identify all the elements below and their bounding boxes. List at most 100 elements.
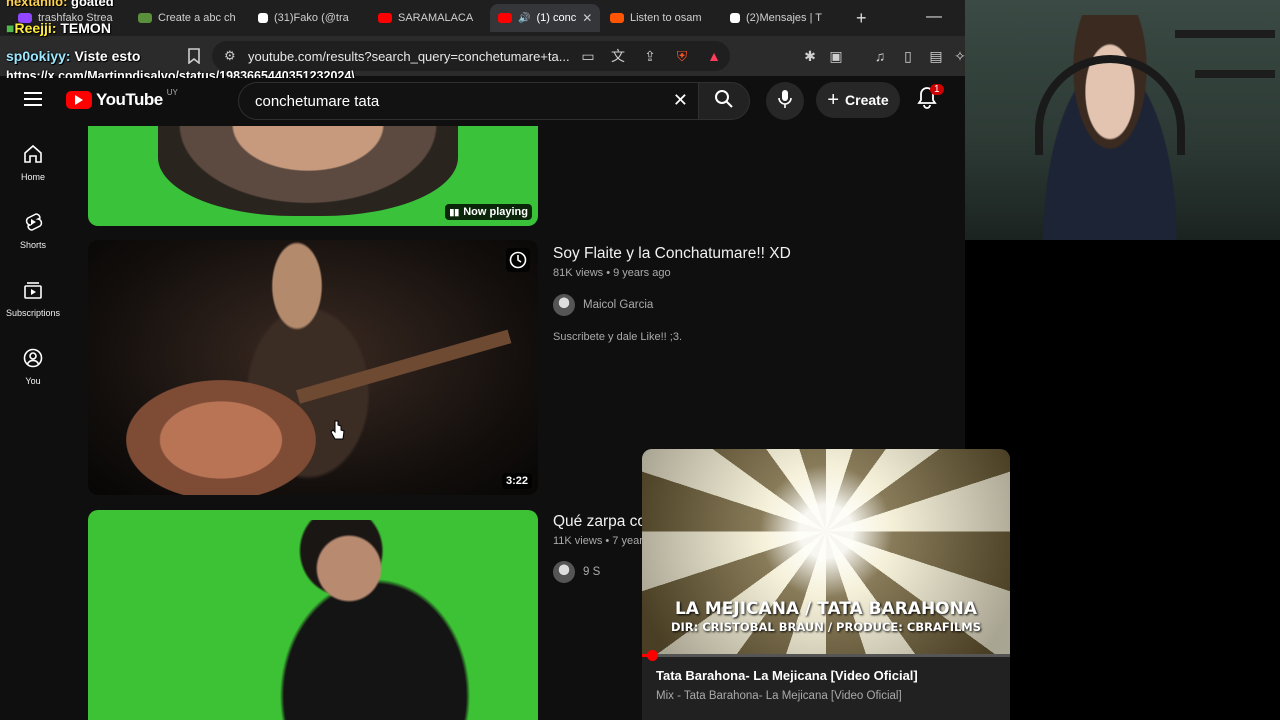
webcam-overlay <box>965 0 1280 240</box>
guitar-image <box>126 380 316 495</box>
chat-message: Viste esto <box>74 48 141 64</box>
nav-you[interactable]: You <box>0 330 66 398</box>
url-text: youtube.com/results?search_query=conchet… <box>248 48 570 64</box>
empty-pane <box>1010 240 1280 720</box>
tiktok-icon <box>730 13 740 23</box>
youtube-header: YouTube UY conchetumare tata ✕ + Create … <box>0 78 965 124</box>
search-query: conchetumare tata <box>255 92 380 110</box>
channel-link[interactable]: Maicol Garcia <box>553 294 653 316</box>
chat-user: sp0okiyy: <box>6 48 71 64</box>
tab-label: (1) conc <box>536 12 577 24</box>
create-label: Create <box>845 92 889 108</box>
screenshot-icon[interactable]: ▣ <box>828 48 844 64</box>
tab-active[interactable]: 🔊 (1) conc ✕ <box>490 4 600 32</box>
nav-label: Subscriptions <box>5 308 61 318</box>
bookmark-icon[interactable] <box>186 48 202 65</box>
mic-icon <box>778 89 792 114</box>
home-icon <box>23 144 43 166</box>
leo-icon[interactable]: ✧ <box>952 48 965 64</box>
video-title[interactable]: Qué zarpa co <box>553 513 646 531</box>
equalizer-icon: ▮▮ <box>449 206 460 217</box>
sidebar-icon[interactable]: ▯ <box>900 48 916 64</box>
brave-rewards-icon[interactable]: ▲ <box>706 48 722 64</box>
miniplayer-video[interactable]: LA MEJICANA / TATA BARAHONA DIR: CRISTOB… <box>642 449 1010 655</box>
new-tab-icon[interactable]: + <box>856 8 867 29</box>
close-tab-icon[interactable]: ✕ <box>582 11 592 25</box>
wallet-icon[interactable]: ▤ <box>928 48 944 64</box>
nav-subscriptions[interactable]: Subscriptions <box>0 262 66 330</box>
subscriptions-icon <box>23 280 43 302</box>
progress-bar[interactable] <box>642 650 1010 661</box>
mouse-cursor-icon <box>330 420 346 445</box>
thumbnail-image <box>158 126 458 216</box>
chat-user: Reejji: <box>14 20 57 36</box>
bell-icon <box>916 87 938 114</box>
youtube-favicon-icon <box>378 13 392 23</box>
video-thumbnail[interactable] <box>88 510 538 720</box>
channel-link[interactable]: 9 S <box>553 561 600 583</box>
miniplayer[interactable]: LA MEJICANA / TATA BARAHONA DIR: CRISTOB… <box>642 449 1010 720</box>
miniplayer-title[interactable]: Tata Barahona- La Mejicana [Video Oficia… <box>656 668 918 683</box>
nav-shorts[interactable]: Shorts <box>0 194 66 262</box>
nav-label: Home <box>20 172 45 182</box>
video-duration: 3:22 <box>501 473 532 489</box>
youtube-wordmark: YouTube <box>96 90 163 109</box>
chat-message: goated <box>71 0 114 9</box>
chat-line: hextanilo: goated <box>6 0 114 9</box>
soundcloud-icon <box>610 13 624 23</box>
tab[interactable]: (2)Mensajes | T <box>722 4 840 32</box>
video-meta: 81K views • 9 years ago <box>553 267 671 279</box>
youtube-logo[interactable]: YouTube UY <box>66 87 178 110</box>
tab[interactable]: SARAMALACA <box>370 4 488 32</box>
cast-icon[interactable]: ▭ <box>580 48 596 64</box>
video-thumbnail[interactable]: ▮▮ Now playing <box>88 126 538 226</box>
youtube-favicon-icon <box>498 13 512 23</box>
nav-label: Shorts <box>19 240 46 250</box>
site-info-icon[interactable]: ⚙ <box>224 48 236 64</box>
share-icon[interactable]: ⇪ <box>642 48 658 64</box>
video-overlay-title: LA MEJICANA / TATA BARAHONA <box>674 599 978 619</box>
notifications-button[interactable]: 1 <box>916 84 946 116</box>
region-code: UY <box>166 87 178 97</box>
channel-avatar <box>553 561 575 583</box>
watch-later-icon[interactable] <box>506 248 530 272</box>
tab-label: Create a abc ch <box>158 12 236 24</box>
tab-label: (2)Mensajes | T <box>746 12 823 24</box>
speaker-icon: 🔊 <box>518 12 531 24</box>
music-icon[interactable]: ♫ <box>872 48 888 64</box>
brave-shield-icon[interactable]: ⛨ <box>674 48 690 64</box>
tab[interactable]: Create a abc ch <box>130 4 248 32</box>
progress-handle[interactable] <box>647 650 658 661</box>
extensions-icon[interactable]: ✱ <box>802 48 818 64</box>
minimize-icon[interactable]: — <box>926 8 942 26</box>
video-thumbnail[interactable]: 3:22 <box>88 240 538 495</box>
tab[interactable]: (31)Fako (@tra <box>250 4 368 32</box>
thumbnail-image <box>258 520 518 720</box>
tab-label: Listen to osam <box>630 12 702 24</box>
tab-bar: trashfako Strea Create a abc ch (31)Fako… <box>0 0 965 36</box>
create-button[interactable]: + Create <box>816 82 900 118</box>
video-overlay-credits: DIR: CRISTOBAL BRAUN / PRODUCE: CBRAFILM… <box>670 620 982 634</box>
shelf-image <box>1195 70 1275 78</box>
search-icon <box>714 89 734 114</box>
nav-home[interactable]: Home <box>0 126 66 194</box>
search-input[interactable]: conchetumare tata ✕ <box>238 82 698 120</box>
menu-icon[interactable] <box>24 92 42 111</box>
video-title[interactable]: Soy Flaite y la Conchatumare!! XD <box>553 245 791 263</box>
chat-line: ■Reejji: TEMON <box>6 20 111 36</box>
you-icon <box>23 348 43 370</box>
notification-badge: 1 <box>930 84 944 95</box>
shorts-icon <box>23 212 43 234</box>
nav-label: You <box>25 376 41 386</box>
chat-user: hextanilo: <box>6 0 68 9</box>
tab-favicon-icon <box>138 13 152 23</box>
voice-search-button[interactable] <box>766 82 804 120</box>
now-playing-label: Now playing <box>463 206 528 218</box>
tab[interactable]: Listen to osam <box>602 4 720 32</box>
video-description: Suscribete y dale Like!! ;3. <box>553 331 683 343</box>
clear-search-icon[interactable]: ✕ <box>673 90 688 111</box>
search-button[interactable] <box>698 82 750 120</box>
chat-message: TEMON <box>60 20 111 36</box>
translate-icon[interactable]: 文 <box>610 48 626 64</box>
now-playing-badge: ▮▮ Now playing <box>445 204 532 220</box>
